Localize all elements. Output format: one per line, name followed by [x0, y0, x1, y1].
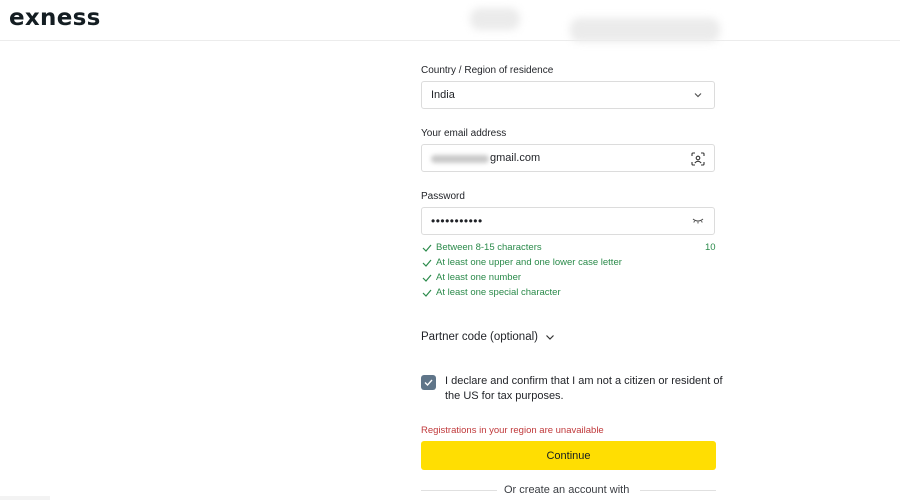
country-value: India	[431, 89, 455, 101]
email-label: Your email address	[421, 128, 507, 139]
blurred-nav-item	[570, 18, 720, 42]
requirement-special: At least one special character	[422, 287, 561, 298]
requirement-length: Between 8-15 characters	[422, 242, 542, 253]
chevron-down-icon	[694, 93, 702, 98]
check-icon	[422, 274, 432, 282]
declaration-text: I declare and confirm that I am not a ci…	[445, 375, 723, 402]
exness-logo[interactable]: exness	[9, 5, 101, 31]
requirement-text: Between 8-15 characters	[436, 242, 542, 253]
region-error-message: Registrations in your region are unavail…	[421, 425, 604, 436]
requirement-number: At least one number	[422, 272, 521, 283]
alt-signup-text: Or create an account with	[504, 484, 630, 496]
chevron-down-icon	[546, 334, 554, 340]
requirement-text: At least one upper and one lower case le…	[436, 257, 622, 268]
country-label: Country / Region of residence	[421, 65, 554, 76]
email-field[interactable]: gmail.com	[421, 144, 715, 172]
partner-code-toggle[interactable]: Partner code (optional)	[421, 331, 555, 343]
blurred-nav-item	[470, 8, 520, 30]
continue-button[interactable]: Continue	[421, 441, 716, 470]
password-label: Password	[421, 191, 465, 202]
check-icon	[422, 289, 432, 297]
partner-code-label: Partner code (optional)	[421, 331, 538, 343]
requirement-case: At least one upper and one lower case le…	[422, 257, 622, 268]
requirement-text: At least one number	[436, 272, 522, 283]
password-field[interactable]: •••••••••••	[421, 207, 715, 235]
email-domain: gmail.com	[490, 152, 541, 164]
eye-closed-icon[interactable]	[692, 218, 704, 224]
divider-right	[640, 490, 716, 491]
continue-label: Continue	[546, 449, 591, 462]
check-icon	[422, 244, 432, 252]
us-declaration-checkbox[interactable]	[421, 375, 436, 390]
bottom-left-bar	[0, 496, 50, 500]
divider-left	[421, 490, 497, 491]
face-scan-icon[interactable]	[691, 152, 705, 166]
check-icon	[422, 259, 432, 267]
requirement-text: At least one special character	[436, 287, 561, 298]
checkmark-icon	[424, 379, 433, 386]
country-select[interactable]: India	[421, 81, 715, 109]
password-char-count: 10	[705, 242, 716, 253]
email-username-redacted	[431, 155, 489, 163]
password-masked-value: •••••••••••	[431, 214, 483, 228]
top-header: exness	[0, 0, 900, 42]
